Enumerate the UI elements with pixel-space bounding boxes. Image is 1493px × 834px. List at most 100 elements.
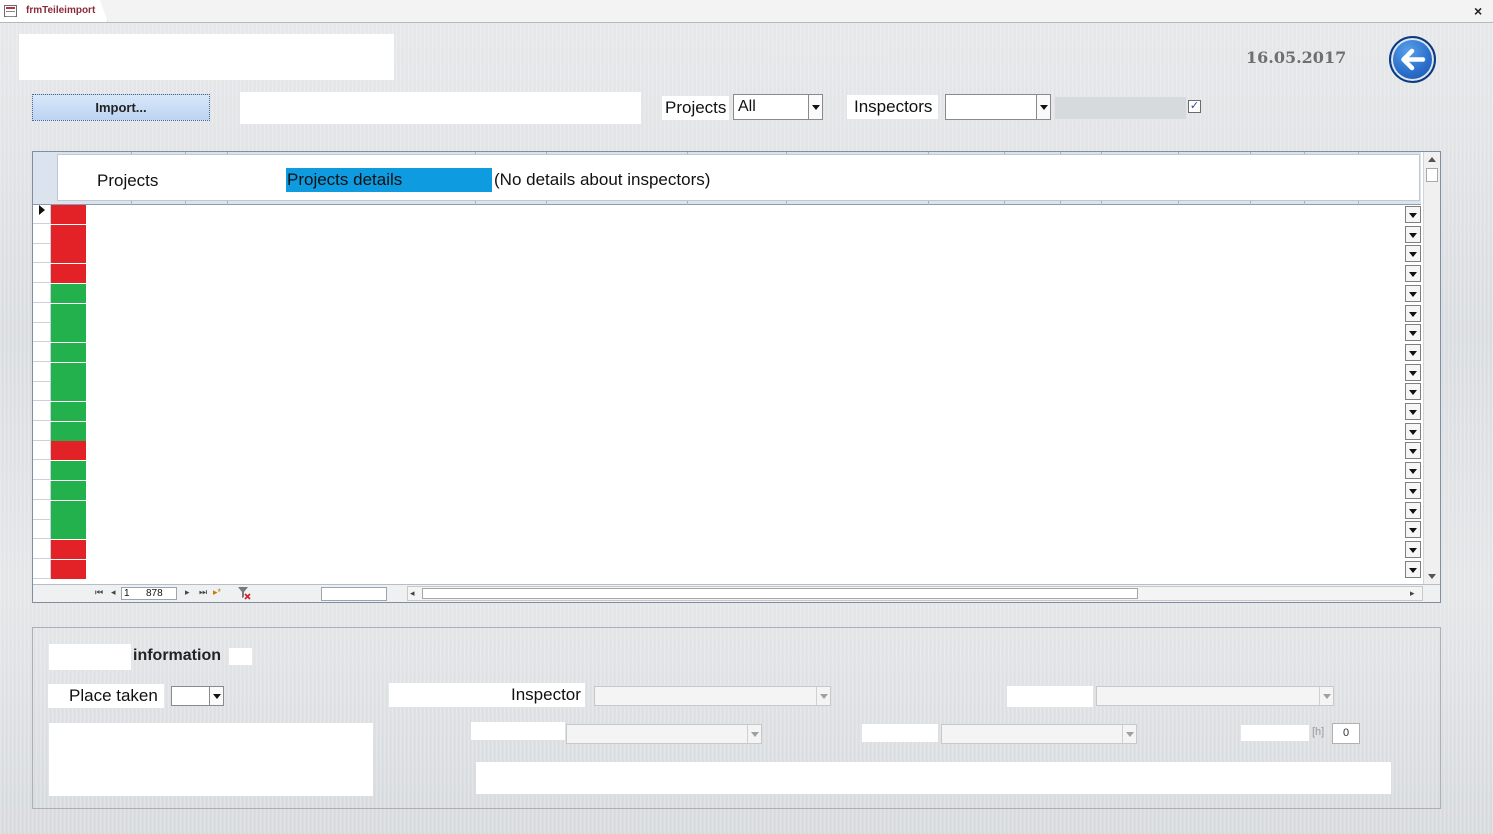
status-cell [51,205,86,224]
arrow-left-icon [1401,48,1426,71]
place-taken-dropdown[interactable] [171,686,224,706]
tab-projects[interactable]: Projects [97,171,158,191]
chevron-down-icon[interactable] [747,725,761,743]
projects-filter-dropdown[interactable]: All [733,94,823,120]
record-selector[interactable] [33,323,51,342]
field-label-box [862,724,938,742]
chevron-down-icon[interactable] [816,687,830,705]
chevron-down-icon[interactable] [1405,364,1421,381]
first-record-icon[interactable]: ⏮ [95,587,103,598]
chevron-down-icon[interactable] [1405,245,1421,262]
chevron-down-icon[interactable] [1405,285,1421,302]
prev-record-icon[interactable]: ◂ [111,587,116,598]
hours-field[interactable]: 0 [1332,723,1360,744]
chevron-down-icon[interactable] [1405,541,1421,558]
record-selector[interactable] [33,284,51,303]
status-cell [51,264,86,283]
record-selector[interactable] [33,441,51,460]
chevron-down-icon[interactable] [1405,206,1421,223]
notes-field[interactable] [49,723,373,796]
record-selector[interactable] [33,422,51,441]
detail-dropdown-4[interactable] [566,724,762,744]
chevron-down-icon[interactable] [1405,482,1421,499]
import-path-field[interactable] [240,92,641,124]
record-selector[interactable] [33,501,51,520]
record-selector[interactable] [33,540,51,559]
chevron-down-icon[interactable] [209,687,223,705]
scroll-left-icon[interactable]: ◂ [410,588,415,599]
details-heading: information [133,647,221,664]
status-cell [51,501,86,520]
chevron-down-icon[interactable] [1405,561,1421,578]
record-selector[interactable] [33,402,51,421]
tab-inspector-details[interactable]: (No details about inspectors) [494,170,710,190]
chevron-down-icon[interactable] [1405,521,1421,538]
record-selector[interactable] [33,343,51,362]
chevron-down-icon[interactable] [808,95,822,119]
new-record-icon[interactable]: ▸* [213,587,221,598]
import-button[interactable]: Import... [32,94,210,121]
back-button[interactable] [1389,36,1436,83]
record-selector[interactable] [33,461,51,480]
record-selector[interactable] [33,481,51,500]
remarks-field[interactable] [476,762,1391,794]
horizontal-scrollbar[interactable]: ◂ ▸ [407,586,1423,601]
status-cell [51,560,86,579]
filter-checkbox[interactable]: ✓ [1188,100,1201,113]
horizontal-scroll-thumb[interactable] [422,588,1138,599]
status-cell [51,422,86,441]
projects-filter-value: All [738,98,756,115]
status-cell [51,363,86,382]
record-selector[interactable] [33,363,51,382]
inspectors-filter-dropdown[interactable] [945,94,1051,120]
last-record-icon[interactable]: ⏭ [199,587,207,598]
record-selector[interactable] [33,382,51,401]
chevron-down-icon[interactable] [1122,725,1136,743]
record-selector[interactable] [33,225,51,244]
record-selector-icon [39,205,45,215]
chevron-down-icon[interactable] [1405,344,1421,361]
chevron-down-icon[interactable] [1405,423,1421,440]
inspector-label: Inspector [389,683,585,707]
chevron-down-icon[interactable] [1405,226,1421,243]
filter-option-box [1055,97,1186,119]
datasheet-header: Projects Projects details (No details ab… [33,152,1421,205]
search-input[interactable] [321,587,387,601]
chevron-down-icon[interactable] [1405,265,1421,282]
chevron-down-icon[interactable] [1319,687,1333,705]
vertical-scrollbar[interactable] [1423,152,1440,584]
chevron-down-icon[interactable] [1036,95,1050,119]
chevron-down-icon[interactable] [1405,462,1421,479]
chevron-down-icon[interactable] [1405,442,1421,459]
no-filter-icon[interactable] [237,586,251,600]
status-cell [51,402,86,421]
inspector-dropdown[interactable] [594,686,831,706]
chevron-down-icon[interactable] [1405,305,1421,322]
close-icon[interactable]: × [1474,3,1482,19]
detail-dropdown-3[interactable] [1096,686,1334,706]
record-selector[interactable] [33,264,51,283]
form-icon [4,5,17,17]
document-tab[interactable]: frmTeileimport [0,0,108,23]
chevron-down-icon[interactable] [1405,324,1421,341]
chevron-down-icon[interactable] [1405,383,1421,400]
detail-dropdown-5[interactable] [941,724,1137,744]
record-selector[interactable] [33,244,51,263]
record-selector[interactable] [33,520,51,539]
status-cell [51,540,86,559]
scroll-down-icon[interactable] [1424,568,1440,584]
tab-projects-details[interactable]: Projects details [286,168,492,192]
chevron-down-icon[interactable] [1405,502,1421,519]
status-cell [51,441,86,460]
hours-unit-label: [h] [1312,726,1325,738]
current-record-field[interactable]: 1 878 [121,587,177,600]
next-record-icon[interactable]: ▸ [185,587,190,598]
chevron-down-icon[interactable] [1405,403,1421,420]
scroll-up-icon[interactable] [1424,152,1440,168]
vertical-scroll-thumb[interactable] [1426,168,1438,182]
record-selector[interactable] [33,304,51,323]
parts-datasheet: Projects Projects details (No details ab… [32,151,1441,603]
scroll-right-icon[interactable]: ▸ [1410,588,1415,599]
record-selector[interactable] [33,560,51,579]
status-cell [51,461,86,480]
